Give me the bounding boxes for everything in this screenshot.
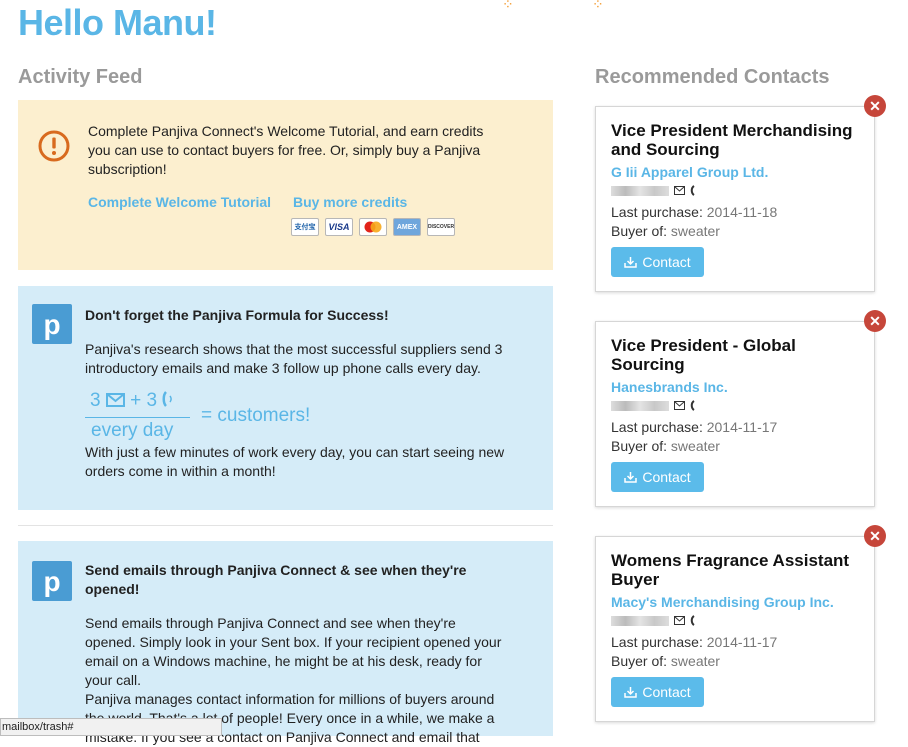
buyer-of: Buyer of: sweater xyxy=(611,653,720,669)
buyer-of-label: Buyer of: xyxy=(611,438,668,454)
phone-icon xyxy=(690,185,695,196)
feed-divider xyxy=(18,525,553,526)
contact-button-label: Contact xyxy=(642,469,691,485)
visa-icon: VISA xyxy=(325,218,353,236)
welcome-links: Complete Welcome Tutorial Buy more credi… xyxy=(88,193,425,212)
last-purchase-date: 2014-11-17 xyxy=(706,634,778,650)
contact-button[interactable]: Contact xyxy=(611,247,704,277)
formula-denominator: every day xyxy=(91,420,174,441)
contact-channels xyxy=(611,400,696,411)
formula-card-title: Don't forget the Panjiva Formula for Suc… xyxy=(85,307,389,323)
alipay-icon: 支付宝 xyxy=(291,218,319,236)
email-icon xyxy=(105,393,125,407)
contact-card: Vice President - Global Sourcing Hanesbr… xyxy=(595,321,875,507)
download-icon xyxy=(624,257,638,268)
contact-card: Vice President Merchandising and Sourcin… xyxy=(595,106,875,292)
browser-status-bar: mailbox/trash# xyxy=(0,718,222,736)
buyer-of-value: sweater xyxy=(670,223,720,239)
warning-icon xyxy=(38,130,70,162)
buyer-of-value: sweater xyxy=(670,653,720,669)
contact-company-link[interactable]: Hanesbrands Inc. xyxy=(611,379,728,395)
last-purchase-date: 2014-11-18 xyxy=(706,204,778,220)
payment-methods: 支付宝 VISA AMEX DISCOVER xyxy=(291,218,455,236)
email-icon xyxy=(674,401,685,410)
formula-card-body: Panjiva's research shows that the most s… xyxy=(85,341,503,376)
header-ornament-right: ⁘ xyxy=(592,0,604,12)
download-icon xyxy=(624,472,638,483)
panjiva-logo-icon: p xyxy=(32,561,72,601)
last-purchase-label: Last purchase: xyxy=(611,634,703,650)
panjiva-logo-icon: p xyxy=(32,304,72,344)
last-purchase-label: Last purchase: xyxy=(611,204,703,220)
phone-icon xyxy=(690,400,695,411)
contact-button[interactable]: Contact xyxy=(611,677,704,707)
recommended-contacts-title: Recommended Contacts xyxy=(595,66,830,88)
contact-title: Vice President Merchandising and Sourcin… xyxy=(611,121,853,159)
contact-company-link[interactable]: G Iii Apparel Group Ltd. xyxy=(611,164,768,180)
page-title: Hello Manu! xyxy=(18,2,217,43)
formula-card: p Don't forget the Panjiva Formula for S… xyxy=(18,286,553,510)
contact-title: Womens Fragrance Assistant Buyer xyxy=(611,551,850,589)
buy-credits-link[interactable]: Buy more credits xyxy=(293,194,407,210)
email-icon xyxy=(674,186,685,195)
mastercard-icon xyxy=(359,218,387,236)
last-purchase: Last purchase: 2014-11-18 xyxy=(611,204,777,220)
welcome-tutorial-card: Complete Panjiva Connect's Welcome Tutor… xyxy=(18,100,553,270)
last-purchase: Last purchase: 2014-11-17 xyxy=(611,419,777,435)
discover-icon: DISCOVER xyxy=(427,218,455,236)
contact-button-label: Contact xyxy=(642,684,691,700)
complete-tutorial-link[interactable]: Complete Welcome Tutorial xyxy=(88,194,271,210)
activity-feed-title: Activity Feed xyxy=(18,66,143,88)
welcome-tutorial-text: Complete Panjiva Connect's Welcome Tutor… xyxy=(88,123,484,177)
dismiss-contact-button[interactable]: ✕ xyxy=(864,310,886,332)
contact-card: Womens Fragrance Assistant Buyer Macy's … xyxy=(595,536,875,722)
contact-button[interactable]: Contact xyxy=(611,462,704,492)
formula-card-footer: With just a few minutes of work every da… xyxy=(85,444,505,479)
buyer-of: Buyer of: sweater xyxy=(611,438,720,454)
buyer-of-label: Buyer of: xyxy=(611,653,668,669)
last-purchase: Last purchase: 2014-11-17 xyxy=(611,634,777,650)
buyer-of: Buyer of: sweater xyxy=(611,223,720,239)
redacted-contact-info xyxy=(611,615,669,626)
contact-company-link[interactable]: Macy's Merchandising Group Inc. xyxy=(611,594,834,610)
email-card-title: Send emails through Panjiva Connect & se… xyxy=(85,562,467,597)
email-card-body: Send emails through Panjiva Connect and … xyxy=(85,615,502,688)
redacted-contact-info xyxy=(611,185,669,196)
dismiss-contact-button[interactable]: ✕ xyxy=(864,525,886,547)
buyer-of-value: sweater xyxy=(670,438,720,454)
phone-icon xyxy=(162,391,173,407)
last-purchase-date: 2014-11-17 xyxy=(706,419,778,435)
amex-icon: AMEX xyxy=(393,218,421,236)
formula-emails-count: 3 xyxy=(90,390,101,411)
dismiss-contact-button[interactable]: ✕ xyxy=(864,95,886,117)
contact-title: Vice President - Global Sourcing xyxy=(611,336,796,374)
formula-calls-count: + 3 xyxy=(130,390,158,411)
email-icon xyxy=(674,616,685,625)
formula-fraction-line xyxy=(85,417,190,418)
email-tracking-card: p Send emails through Panjiva Connect & … xyxy=(18,541,553,745)
download-icon xyxy=(624,687,638,698)
redacted-contact-info xyxy=(611,400,669,411)
formula-result: = customers! xyxy=(201,405,311,426)
contact-channels xyxy=(611,615,696,626)
last-purchase-label: Last purchase: xyxy=(611,419,703,435)
phone-icon xyxy=(690,615,695,626)
contact-button-label: Contact xyxy=(642,254,691,270)
contact-channels xyxy=(611,185,696,196)
buyer-of-label: Buyer of: xyxy=(611,223,668,239)
header-ornament-left: ⁘ xyxy=(502,0,514,12)
